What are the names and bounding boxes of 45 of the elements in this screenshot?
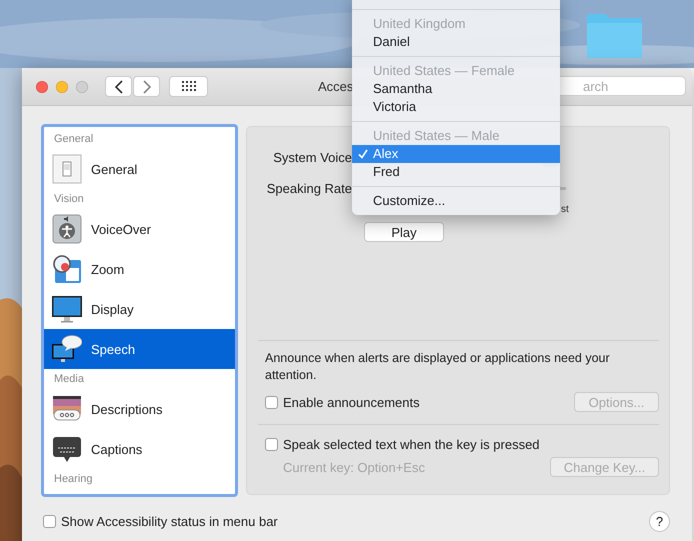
- sidebar-item[interactable]: General: [44, 149, 235, 189]
- announce-description: Announce when alerts are displayed or applications need your attention.: [265, 350, 610, 384]
- grid-icon: [180, 81, 196, 92]
- section-header: Vision: [53, 192, 85, 207]
- sidebar-item[interactable]: VoiceOver: [44, 209, 235, 249]
- system-voice-label: System Voice: [272, 150, 352, 165]
- chevron-left-icon: [114, 80, 124, 94]
- menu-item[interactable]: Fred: [352, 163, 560, 181]
- current-key-text: Current key: Option+Esc: [283, 460, 425, 474]
- sidebar-item[interactable]: Zoom: [44, 249, 235, 289]
- show-all-button[interactable]: [169, 76, 208, 97]
- help-button[interactable]: ?: [649, 511, 670, 532]
- sidebar-item[interactable]: Captions: [44, 429, 235, 469]
- menu-section-header: United States — Male: [372, 127, 500, 145]
- checkbox[interactable]: [43, 515, 56, 528]
- section-header: Hearing: [53, 472, 94, 487]
- monitor-speech-bubble-icon: [52, 334, 82, 364]
- chevron-right-icon: [142, 80, 152, 94]
- section-header: Media: [53, 372, 85, 387]
- menu-item[interactable]: Customize...: [352, 192, 560, 210]
- caption-bubble-icon: [52, 434, 82, 464]
- checkbox-label: Show Accessibility status in menu bar: [61, 514, 278, 529]
- zoom-button[interactable]: [76, 80, 88, 92]
- menu-item[interactable]: Victoria: [352, 98, 560, 116]
- sidebar-item[interactable]: Descriptions: [44, 389, 235, 429]
- monitor-icon: [52, 294, 82, 324]
- sidebar-item[interactable]: Display: [44, 289, 235, 329]
- checkbox[interactable]: [265, 438, 278, 450]
- slider-max-label: st: [561, 204, 570, 215]
- section-header: General: [53, 132, 94, 147]
- checkmark-icon: [358, 149, 368, 159]
- play-button[interactable]: Play: [364, 222, 444, 242]
- menu-item[interactable]: Alex: [352, 145, 560, 163]
- checkbox[interactable]: [265, 396, 278, 408]
- magnifier-window-icon: [52, 254, 82, 284]
- switch-icon: [52, 154, 82, 184]
- sidebar-item[interactable]: Speech: [44, 329, 235, 369]
- checkbox-label: Speak selected text when the key is pressed: [283, 436, 540, 452]
- window-title: Acces: [318, 79, 354, 94]
- speaking-rate-label: Speaking Rate: [266, 181, 352, 196]
- checkbox-label: Enable announcements: [283, 394, 420, 410]
- minimize-button[interactable]: [56, 80, 68, 92]
- accessibility-icon: [52, 214, 82, 244]
- close-button[interactable]: [36, 80, 48, 92]
- back-button[interactable]: [105, 76, 132, 97]
